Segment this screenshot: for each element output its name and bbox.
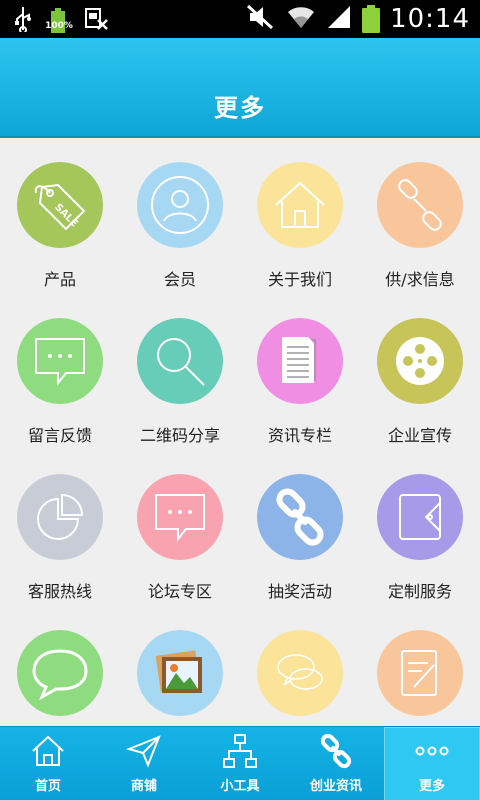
grid-item-products[interactable]: SALE 产品 (0, 140, 120, 296)
house-icon (257, 162, 343, 248)
sitemap-icon (222, 733, 258, 769)
dual-bubble-icon (257, 630, 343, 716)
usb-icon (14, 6, 32, 36)
wallet-icon (377, 474, 463, 560)
user-icon (137, 162, 223, 248)
clock: 10:14 (390, 4, 470, 34)
document-icon (257, 318, 343, 404)
grid-item-about-us[interactable]: 关于我们 (240, 140, 360, 296)
grid-item-feedback[interactable]: 留言反馈 (0, 296, 120, 452)
grid-item-14[interactable] (120, 608, 240, 726)
grid-item-news-column[interactable]: 资讯专栏 (240, 296, 360, 452)
magnifier-icon (137, 318, 223, 404)
grid-item-supply-demand[interactable]: 供/求信息 (360, 140, 480, 296)
grid-item-label: 资讯专栏 (267, 426, 332, 445)
grid-item-label: 论坛专区 (147, 582, 212, 601)
tab-label: 创业资讯 (309, 779, 362, 794)
grid-item-qrcode-share[interactable]: 二维码分享 (120, 296, 240, 452)
tab-label: 小工具 (220, 779, 260, 794)
title-bar: 更多 (0, 38, 480, 138)
grid-item-lottery[interactable]: 抽奖活动 (240, 452, 360, 608)
signal-icon (326, 4, 352, 34)
film-reel-icon (377, 318, 463, 404)
battery-icon (362, 5, 381, 33)
grid-item-label: 定制服务 (387, 582, 452, 601)
chain-icon (257, 474, 343, 560)
page-title: 更多 (214, 94, 266, 122)
grid-item-forum[interactable]: 论坛专区 (120, 452, 240, 608)
forum-bubble-icon (137, 474, 223, 560)
chat-bubble-icon (17, 318, 103, 404)
pie-chart-icon (17, 474, 103, 560)
tab-label: 商铺 (130, 779, 157, 794)
battery-full-icon: 100% (45, 8, 73, 34)
tab-home[interactable]: 首页 (0, 727, 96, 800)
sim-icon (84, 6, 110, 36)
sale-tag-icon: SALE (17, 162, 103, 248)
grid-item-label: 产品 (43, 270, 76, 289)
svg-text:SALE: SALE (52, 202, 80, 230)
feature-grid: SALE 产品 会员 关于我们 供/求信息 留言反馈 二维码分享 资讯专栏 企业… (0, 140, 480, 726)
grid-item-label: 二维码分享 (139, 426, 220, 445)
grid-item-label: 企业宣传 (387, 426, 452, 445)
status-left: 100% (14, 6, 110, 36)
edit-note-icon (377, 630, 463, 716)
wifi-icon (286, 4, 316, 34)
link-icon (377, 162, 463, 248)
tab-tools[interactable]: 小工具 (192, 727, 288, 800)
grid-item-label: 供/求信息 (385, 270, 455, 289)
picture-icon (137, 630, 223, 716)
grid-item-16[interactable] (360, 608, 480, 726)
grid-item-label: 抽奖活动 (267, 582, 332, 601)
more-dots-icon (414, 733, 450, 769)
grid-item-custom-service[interactable]: 定制服务 (360, 452, 480, 608)
mute-icon (246, 4, 276, 34)
grid-item-member[interactable]: 会员 (120, 140, 240, 296)
grid-item-label: 留言反馈 (27, 426, 92, 445)
tab-shops[interactable]: 商铺 (96, 727, 192, 800)
grid-item-label: 关于我们 (267, 270, 332, 289)
status-bar: 100% 10:14 (0, 0, 480, 38)
status-right: 10:14 (246, 4, 470, 34)
grid-item-label: 客服热线 (27, 582, 92, 601)
grid-item-15[interactable] (240, 608, 360, 726)
chain-icon (318, 733, 354, 769)
grid-item-enterprise-promo[interactable]: 企业宣传 (360, 296, 480, 452)
send-icon (125, 733, 162, 769)
tab-label: 更多 (418, 779, 445, 794)
grid-item-label: 会员 (163, 270, 196, 289)
grid-item-service-hotline[interactable]: 客服热线 (0, 452, 120, 608)
tab-label: 首页 (34, 779, 61, 794)
tab-more[interactable]: 更多 (384, 727, 480, 800)
grid-item-13[interactable] (0, 608, 120, 726)
tab-startup-news[interactable]: 创业资讯 (288, 727, 384, 800)
speech-bubble-icon (17, 630, 103, 716)
home-icon (30, 733, 66, 769)
bottom-tab-bar: 首页 商铺 小工具 创业资讯 更多 (0, 726, 480, 800)
battery-percent: 100% (45, 21, 73, 31)
